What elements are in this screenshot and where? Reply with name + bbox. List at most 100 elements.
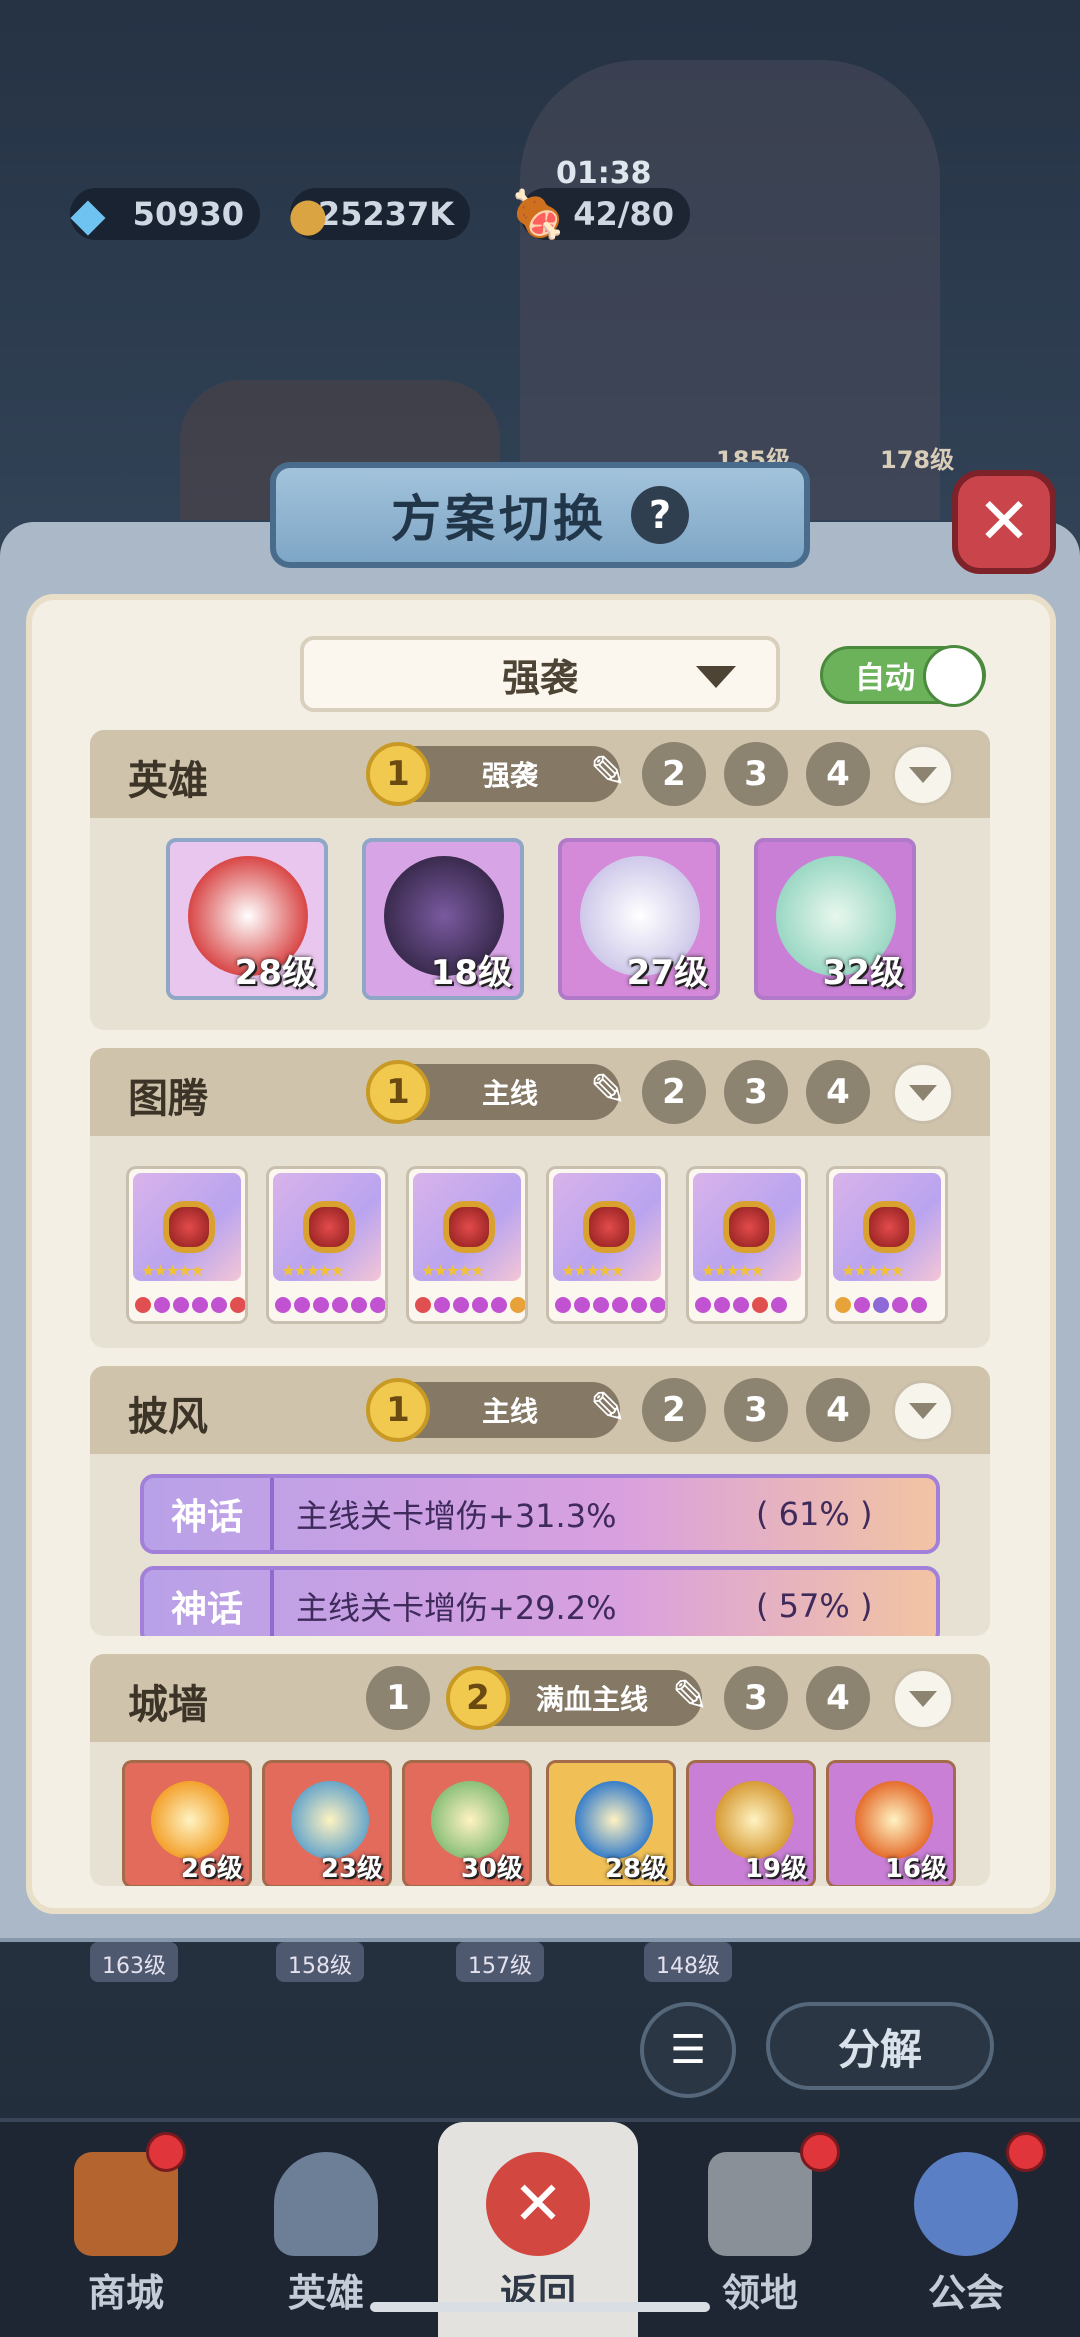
slot-button-active[interactable]: 1 [366,742,430,806]
totem-card[interactable]: ★★★★★ [826,1166,948,1324]
totem-card[interactable]: ★★★★★ [546,1166,668,1324]
item-level: 157级 [456,1942,544,1982]
hero-card[interactable]: 32级 [754,838,916,1000]
totem-image: ★★★★★ [693,1173,801,1281]
hero-card[interactable]: 28级 [166,838,328,1000]
castle-icon [708,2152,812,2256]
socket-dot [173,1297,189,1313]
socket-dot [351,1297,367,1313]
expand-button[interactable] [892,1668,954,1730]
slot-button[interactable]: 4 [806,742,870,806]
section-title: 城墙 [128,1682,208,1728]
slot-button[interactable]: 3 [724,1378,788,1442]
filter-button[interactable]: ☰ [640,2002,736,2098]
home-indicator [370,2302,710,2312]
socket-dot [650,1297,665,1313]
feather-icon[interactable]: ✎ [584,1062,632,1118]
decompose-button[interactable]: 分解 [766,2002,994,2090]
slot-button-active[interactable]: 1 [366,1060,430,1124]
star-rating: ★★★★★ [841,1261,905,1280]
cape-row[interactable]: 神话 主线关卡增伤+29.2% ( 57% ) [140,1566,940,1636]
slot-button[interactable]: 2 [642,1378,706,1442]
gem-icon [303,1201,355,1253]
close-button[interactable]: ✕ [952,470,1056,574]
totem-image: ★★★★★ [413,1173,521,1281]
socket-dots [135,1297,245,1313]
wall-card[interactable]: 19级 [686,1760,816,1886]
star-rating: ★★★★★ [281,1261,345,1280]
slot-button-active[interactable]: 2 [446,1666,510,1730]
chevron-down-icon [909,1691,937,1707]
totem-card[interactable]: ★★★★★ [126,1166,248,1324]
auto-label: 自动 [855,661,915,696]
nav-guild[interactable]: 公会 [866,2122,1066,2337]
wall-level: 19级 [744,1854,807,1884]
capes-header: 披风 主线 1 ✎ 2 3 4 [90,1366,990,1454]
slot-button[interactable]: 4 [806,1666,870,1730]
chevron-down-icon [909,1403,937,1419]
slot-button[interactable]: 3 [724,742,788,806]
feather-icon[interactable]: ✎ [666,1668,714,1724]
gem-icon [163,1201,215,1253]
section-title: 披风 [128,1394,208,1440]
slot-button[interactable]: 2 [642,742,706,806]
chevron-down-icon [909,1085,937,1101]
hero-card[interactable]: 27级 [558,838,720,1000]
wall-card[interactable]: 16级 [826,1760,956,1886]
slot-button[interactable]: 4 [806,1060,870,1124]
socket-dot [892,1297,908,1313]
socket-dot [510,1297,525,1313]
hero-card[interactable]: 18级 [362,838,524,1000]
diamond-icon: ◆ [70,187,106,241]
slot-button[interactable]: 3 [724,1666,788,1730]
cape-percent: ( 57% ) [756,1587,873,1625]
notification-badge [1006,2132,1046,2172]
feather-icon[interactable]: ✎ [584,1380,632,1436]
socket-dot [574,1297,590,1313]
totems-section: 图腾 主线 1 ✎ 2 3 4 ★★★★★ ★★★★★ ★★★★★ ★★★★★ ★★★★… [90,1048,990,1348]
socket-dots [555,1297,665,1313]
socket-dot [491,1297,507,1313]
totem-card[interactable]: ★★★★★ [266,1166,388,1324]
slot-button-active[interactable]: 1 [366,1378,430,1442]
totem-card[interactable]: ★★★★★ [686,1166,808,1324]
slot-button[interactable]: 2 [642,1060,706,1124]
cape-effect: 主线关卡增伤+29.2% [296,1589,617,1627]
wall-card[interactable]: 30级 [402,1760,532,1886]
wall-card[interactable]: 28级 [546,1760,676,1886]
nav-label: 英雄 [287,2271,364,2315]
totems-header: 图腾 主线 1 ✎ 2 3 4 [90,1048,990,1136]
socket-dot [854,1297,870,1313]
socket-dots [835,1297,927,1313]
slot-button[interactable]: 3 [724,1060,788,1124]
socket-dot [714,1297,730,1313]
gem-icon [583,1201,635,1253]
auto-toggle[interactable]: 自动 [820,645,986,707]
scheme-dropdown[interactable]: 强袭 [300,636,780,712]
cape-percent: ( 61% ) [756,1495,873,1533]
slot-button[interactable]: 4 [806,1378,870,1442]
hero-level: 28级 [234,953,316,993]
scheme-selected: 强袭 [501,655,578,700]
item-level: 158级 [276,1942,364,1982]
expand-button[interactable] [892,1380,954,1442]
wall-card[interactable]: 23级 [262,1760,392,1886]
socket-dot [135,1297,151,1313]
feather-icon[interactable]: ✎ [584,744,632,800]
socket-dots [415,1297,525,1313]
star-rating: ★★★★★ [421,1261,485,1280]
socket-dot [211,1297,227,1313]
totem-card[interactable]: ★★★★★ [406,1166,528,1324]
gem-icon [723,1201,775,1253]
help-button[interactable]: ? [631,486,689,544]
socket-dot [472,1297,488,1313]
expand-button[interactable] [892,1062,954,1124]
slot-button[interactable]: 1 [366,1666,430,1730]
expand-button[interactable] [892,744,954,806]
gem-icon [443,1201,495,1253]
nav-shop[interactable]: 商城 [26,2122,226,2337]
cape-row[interactable]: 神话 主线关卡增伤+31.3% ( 61% ) [140,1474,940,1554]
wall-card[interactable]: 26级 [122,1760,252,1886]
item-level: 163级 [90,1942,178,1982]
helmet-icon [274,2152,378,2256]
